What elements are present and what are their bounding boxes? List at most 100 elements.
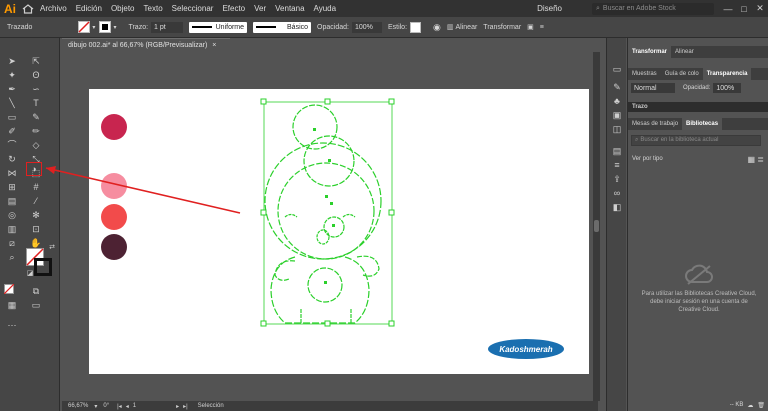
pencil-tool-icon[interactable]: ✏ — [30, 126, 42, 137]
tab-close-icon[interactable]: × — [212, 42, 216, 49]
draw-mode-icon[interactable]: ⧉ — [30, 286, 42, 297]
type-tool-icon[interactable]: T — [30, 98, 42, 109]
symbol-sprayer-tool-icon[interactable]: ✻ — [30, 210, 42, 221]
chevron-down-icon[interactable]: ▾ — [94, 403, 97, 410]
tab-bibliotecas[interactable]: Bibliotecas — [682, 118, 723, 130]
symbols-panel-icon[interactable]: ♣ — [611, 96, 623, 107]
transform-link[interactable]: Transformar — [483, 24, 521, 31]
appearance-panel-icon[interactable]: ▤ — [611, 146, 623, 157]
swap-fill-stroke-icon[interactable]: ⇄ — [46, 242, 58, 253]
document-tab[interactable]: dibujo 002.ai* al 66,67% (RGB/Previsuali… — [62, 38, 230, 52]
graphic-style-swatch[interactable] — [410, 21, 422, 33]
blend-tool-icon[interactable]: ◎ — [6, 210, 18, 221]
pen-tool-icon[interactable]: ✒ — [6, 84, 18, 95]
brushes-panel-icon[interactable]: ✎ — [611, 82, 623, 93]
menu-efecto[interactable]: Efecto — [222, 4, 245, 13]
layers-panel-icon[interactable]: ◫ — [611, 124, 623, 135]
recolor-icon[interactable]: ◉ — [433, 22, 441, 33]
direct-selection-tool-icon[interactable]: ⇱ — [30, 56, 42, 67]
properties-panel-icon[interactable]: ▭ — [611, 64, 623, 75]
blend-mode-select[interactable]: Normal — [631, 83, 675, 93]
stroke-weight-select[interactable]: 1 pt — [151, 21, 184, 33]
rectangle-tool-icon[interactable]: ▭ — [6, 112, 18, 123]
menu-icon[interactable]: ≡ — [540, 24, 544, 31]
close-button[interactable]: ✕ — [752, 3, 768, 14]
brush-definition-select[interactable]: Básico — [253, 21, 312, 33]
magic-wand-tool-icon[interactable]: ✦ — [6, 70, 18, 81]
current-tool-status[interactable]: Selección — [198, 403, 224, 409]
workspace-switcher[interactable]: Diseño — [537, 4, 562, 13]
trash-icon[interactable]: 🗑 — [757, 402, 765, 409]
stack-icon[interactable] — [611, 202, 623, 213]
menu-ayuda[interactable]: Ayuda — [314, 4, 337, 13]
line-tool-icon[interactable]: ╲ — [6, 98, 18, 109]
artboard-tool-icon[interactable]: ⊡ — [30, 224, 42, 235]
scrollbar-thumb[interactable] — [594, 220, 599, 232]
tab-guia-color[interactable]: Guía de colo — [661, 68, 703, 80]
eraser-tool-icon[interactable]: ◇ — [30, 140, 42, 151]
menu-seleccionar[interactable]: Seleccionar — [172, 4, 214, 13]
character-drawing[interactable] — [89, 89, 589, 374]
last-page-icon[interactable]: ▸| — [183, 403, 188, 410]
tab-transparencia[interactable]: Transparencia — [702, 68, 752, 80]
opacity-input[interactable]: 100% — [713, 83, 742, 93]
more-tools-icon[interactable]: ⋯ — [6, 320, 18, 331]
artboard[interactable]: Kadoshmerah — [89, 89, 589, 374]
default-colors-icon[interactable]: ◪ — [24, 268, 36, 279]
menu-edicion[interactable]: Edición — [76, 4, 102, 13]
gradient-tool-icon[interactable]: ▤ — [6, 196, 18, 207]
library-search-input[interactable]: ⌕ Buscar en la biblioteca actual — [631, 134, 761, 146]
section-trazo[interactable]: Trazo — [628, 102, 768, 112]
align-link[interactable]: Alinear — [456, 24, 478, 31]
shape-builder-tool-icon[interactable]: ◑ — [28, 164, 40, 175]
next-page-icon[interactable]: ▸ — [176, 403, 179, 410]
first-page-icon[interactable]: |◂ — [117, 403, 122, 410]
view-by-type-select[interactable]: Ver por tipo — [632, 156, 663, 162]
mesh-tool-icon[interactable]: # — [30, 182, 42, 193]
menu-ventana[interactable]: Ventana — [275, 4, 304, 13]
menu-objeto[interactable]: Objeto — [111, 4, 135, 13]
color-mode-none-icon[interactable] — [4, 284, 14, 294]
links-panel-icon[interactable]: ∞ — [611, 188, 623, 199]
perspective-grid-tool-icon[interactable]: ⊞ — [6, 182, 18, 193]
zoom-value[interactable]: 66,67% — [68, 403, 88, 409]
stroke-panel-icon[interactable]: ≡ — [611, 160, 623, 171]
maximize-button[interactable]: □ — [736, 4, 752, 14]
stroke-swatch[interactable] — [99, 21, 112, 33]
align-icon[interactable]: ▥ — [447, 23, 454, 31]
rotation-value[interactable]: 0° — [103, 403, 109, 409]
tab-alinear[interactable]: Alinear — [671, 46, 698, 58]
isolate-icon[interactable]: ▣ — [527, 23, 534, 31]
stroke-box[interactable] — [34, 258, 52, 276]
fill-swatch[interactable] — [78, 21, 91, 33]
lasso-tool-icon[interactable]: ʘ — [30, 70, 42, 81]
menu-archivo[interactable]: Archivo — [40, 4, 67, 13]
opacity-input[interactable]: 100% — [351, 21, 382, 33]
minimize-button[interactable]: — — [720, 4, 736, 14]
zoom-tool-icon[interactable]: ⌕ — [6, 252, 18, 263]
tab-muestras[interactable]: Muestras — [628, 68, 661, 80]
curvature-tool-icon[interactable]: ∽ — [30, 84, 42, 95]
gradient-mode-icon[interactable]: ▦ — [6, 300, 18, 311]
rotate-tool-icon[interactable]: ↻ — [6, 154, 18, 165]
paintbrush-tool-icon[interactable]: ✎ — [30, 112, 42, 123]
column-graph-tool-icon[interactable]: ▥ — [6, 224, 18, 235]
tab-mesas-de-trabajo[interactable]: Mesas de trabajo — [628, 118, 682, 130]
stock-search-input[interactable]: ⌕ Buscar en Adobe Stock — [592, 2, 714, 15]
menu-texto[interactable]: Texto — [144, 4, 163, 13]
graphic-styles-panel-icon[interactable]: ▣ — [611, 110, 623, 121]
blob-brush-tool-icon[interactable]: ⌒ — [6, 140, 18, 151]
view-mode-icons[interactable]: ▦ ≣ — [748, 155, 764, 164]
chevron-down-icon[interactable]: ▾ — [92, 24, 95, 31]
selection-tool-icon[interactable]: ➤ — [6, 56, 18, 67]
screen-mode-icon[interactable]: ▭ — [30, 300, 42, 311]
export-panel-icon[interactable]: ⇪ — [611, 174, 623, 185]
eyedropper-tool-icon[interactable]: ⁄ — [30, 196, 42, 207]
home-icon[interactable] — [22, 3, 34, 14]
variable-width-profile-select[interactable]: Uniforme — [189, 21, 248, 33]
page-number[interactable]: 1 — [133, 403, 136, 409]
chevron-down-icon[interactable]: ▾ — [113, 24, 116, 31]
tab-transformar[interactable]: Transformar — [628, 46, 672, 58]
width-tool-icon[interactable]: ⋈ — [6, 168, 18, 179]
cloud-icon[interactable]: ☁ — [747, 402, 753, 409]
